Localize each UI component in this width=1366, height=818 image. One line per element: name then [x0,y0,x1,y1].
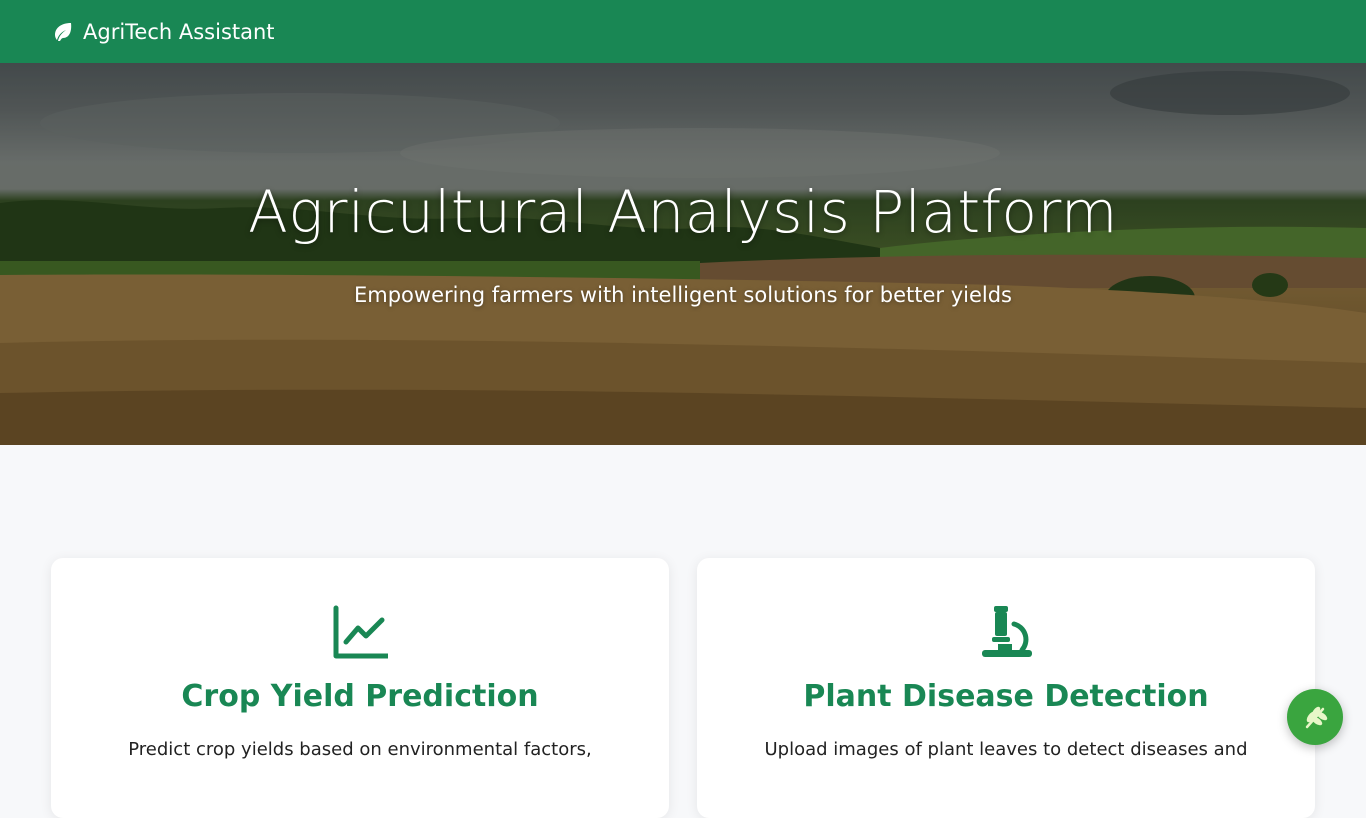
plant-disease-description: Upload images of plant leaves to detect … [764,739,1248,760]
brand-link[interactable]: AgriTech Assistant [51,20,275,44]
plant-disease-title: Plant Disease Detection [803,679,1209,714]
hero-title: Agricultural Analysis Platform [248,178,1118,246]
brand-name: AgriTech Assistant [83,19,275,44]
hero-subtitle: Empowering farmers with intelligent solu… [354,283,1012,307]
crop-yield-title: Crop Yield Prediction [181,679,539,714]
hero-banner: Agricultural Analysis Platform Empowerin… [0,63,1366,445]
crop-yield-card[interactable]: Crop Yield Prediction Predict crop yield… [51,558,669,818]
hero-overlay [0,63,1366,445]
leaf-icon [55,22,72,41]
microscope-icon [982,606,1032,657]
crop-yield-description: Predict crop yields based on environment… [128,739,592,760]
navbar: AgriTech Assistant [0,0,1366,63]
seedling-icon [1305,706,1328,729]
assistant-chat-button[interactable] [1287,689,1343,745]
plant-disease-card[interactable]: Plant Disease Detection Upload images of… [697,558,1315,818]
chart-line-icon [333,605,388,659]
